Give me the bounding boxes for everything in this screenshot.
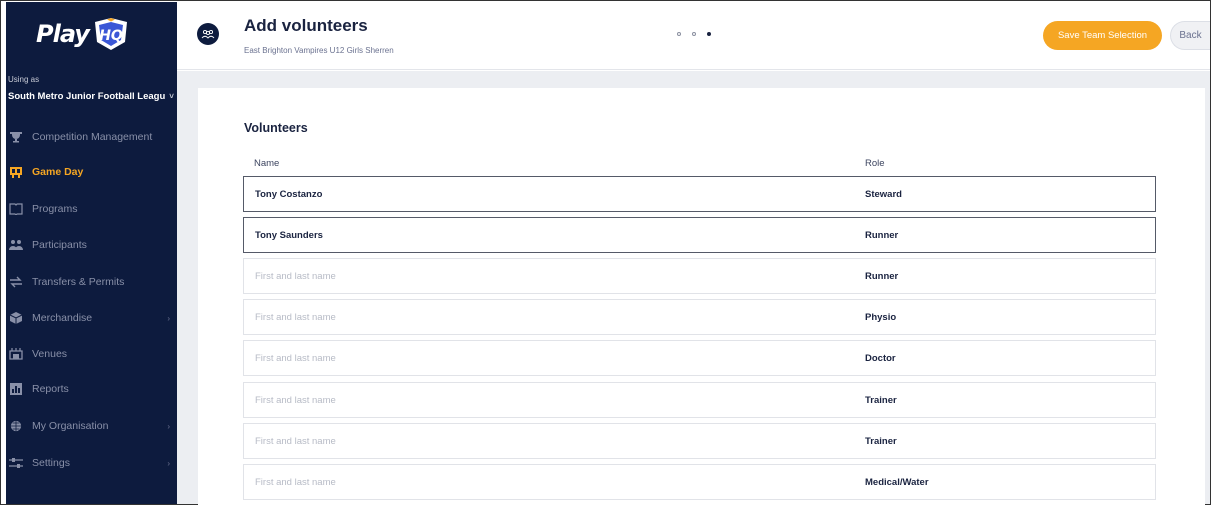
- transfer-icon: [8, 275, 24, 289]
- sidebar-item-programs[interactable]: Programs: [8, 199, 174, 219]
- step-indicator: [677, 32, 711, 36]
- volunteer-name-input[interactable]: Tony Costanzo: [255, 189, 322, 200]
- sliders-icon: [8, 456, 24, 470]
- volunteer-row: First and last name Trainer: [243, 423, 1156, 459]
- volunteer-role: Medical/Water: [865, 476, 929, 488]
- box-icon: [8, 311, 24, 325]
- chevron-right-icon: ›: [167, 458, 170, 468]
- section-title: Volunteers: [244, 121, 308, 135]
- main-content: Volunteers Name Role Tony Costanzo Stewar…: [177, 71, 1210, 505]
- volunteers-icon: [197, 23, 219, 45]
- page-header: Add volunteers East Brighton Vampires U1…: [177, 2, 1210, 70]
- volunteer-name-input[interactable]: Tony Saunders: [255, 230, 323, 241]
- sidebar-item-settings[interactable]: Settings ›: [8, 453, 174, 473]
- back-button[interactable]: Back: [1170, 21, 1210, 50]
- sidebar-item-my-organisation[interactable]: My Organisation ›: [8, 416, 174, 436]
- volunteer-row: Tony Saunders Runner: [243, 217, 1156, 253]
- sidebar-item-label: Settings: [32, 457, 70, 469]
- volunteer-name-input[interactable]: First and last name: [255, 271, 336, 282]
- volunteer-role: Trainer: [865, 435, 897, 447]
- column-header-role: Role: [865, 158, 885, 169]
- sidebar-item-competition-management[interactable]: Competition Management: [8, 127, 174, 147]
- volunteer-row: First and last name Trainer: [243, 382, 1156, 418]
- using-as-label: Using as: [8, 75, 40, 84]
- logo-hq-shield-icon: HQ: [94, 18, 127, 50]
- volunteer-role: Steward: [865, 188, 902, 200]
- sidebar-item-label: Venues: [32, 348, 68, 360]
- volunteer-role: Runner: [865, 270, 899, 282]
- sidebar-item-label: Competition Management: [32, 131, 153, 143]
- step-dot: [692, 32, 696, 36]
- volunteer-row: First and last name Runner: [243, 258, 1156, 294]
- volunteer-role: Physio: [865, 311, 897, 323]
- step-dot-current: [707, 32, 711, 36]
- sidebar-item-label: Transfers & Permits: [32, 276, 125, 288]
- playhq-logo[interactable]: Play HQ: [36, 14, 136, 54]
- sidebar-item-game-day[interactable]: Game Day: [8, 162, 174, 182]
- sidebar-item-reports[interactable]: Reports: [8, 379, 174, 399]
- sidebar-item-label: Game Day: [32, 166, 84, 178]
- people-icon: [8, 238, 24, 252]
- volunteer-role: Doctor: [865, 352, 896, 364]
- volunteer-name-input[interactable]: First and last name: [255, 477, 336, 488]
- sidebar-item-transfers-permits[interactable]: Transfers & Permits: [8, 272, 174, 292]
- step-dot: [677, 32, 681, 36]
- volunteer-row: Tony Costanzo Steward: [243, 176, 1156, 212]
- chart-icon: [8, 382, 24, 396]
- chevron-right-icon: ›: [167, 313, 170, 323]
- organisation-selector[interactable]: South Metro Junior Football Leagu ˅: [8, 91, 174, 102]
- volunteer-name-input[interactable]: First and last name: [255, 312, 336, 323]
- scoreboard-icon: [8, 165, 24, 179]
- chevron-down-icon: ˅: [169, 92, 174, 101]
- sidebar-item-participants[interactable]: Participants: [8, 235, 174, 255]
- page-title: Add volunteers: [244, 16, 368, 35]
- sidebar-item-label: Merchandise: [32, 312, 93, 324]
- volunteer-row: First and last name Medical/Water: [243, 464, 1156, 500]
- organisation-name: South Metro Junior Football Leagu: [8, 91, 166, 102]
- save-team-selection-button[interactable]: Save Team Selection: [1043, 21, 1162, 50]
- sidebar-item-label: Reports: [32, 383, 69, 395]
- sidebar: Play HQ Using as South Metro Junior Foot…: [6, 2, 177, 504]
- sidebar-item-label: Participants: [32, 239, 87, 251]
- trophy-icon: [8, 130, 24, 144]
- column-header-name: Name: [254, 158, 280, 169]
- volunteer-role: Trainer: [865, 394, 897, 406]
- volunteers-card: Volunteers Name Role Tony Costanzo Stewar…: [198, 88, 1205, 505]
- sidebar-item-venues[interactable]: Venues: [8, 344, 174, 364]
- volunteer-name-input[interactable]: First and last name: [255, 353, 336, 364]
- chevron-right-icon: ›: [167, 421, 170, 431]
- sidebar-item-merchandise[interactable]: Merchandise ›: [8, 308, 174, 328]
- sidebar-item-label: Programs: [32, 203, 78, 215]
- sidebar-item-label: My Organisation: [32, 420, 109, 432]
- book-icon: [8, 202, 24, 216]
- team-name: East Brighton Vampires U12 Girls Sherren: [244, 46, 394, 55]
- volunteer-role: Runner: [865, 229, 899, 241]
- svg-text:HQ: HQ: [99, 28, 123, 44]
- volunteer-row: First and last name Doctor: [243, 340, 1156, 376]
- volunteer-name-input[interactable]: First and last name: [255, 395, 336, 406]
- volunteer-name-input[interactable]: First and last name: [255, 436, 336, 447]
- stadium-icon: [8, 347, 24, 361]
- globe-icon: [8, 419, 24, 433]
- logo-text: Play: [36, 20, 90, 48]
- volunteer-row: First and last name Physio: [243, 299, 1156, 335]
